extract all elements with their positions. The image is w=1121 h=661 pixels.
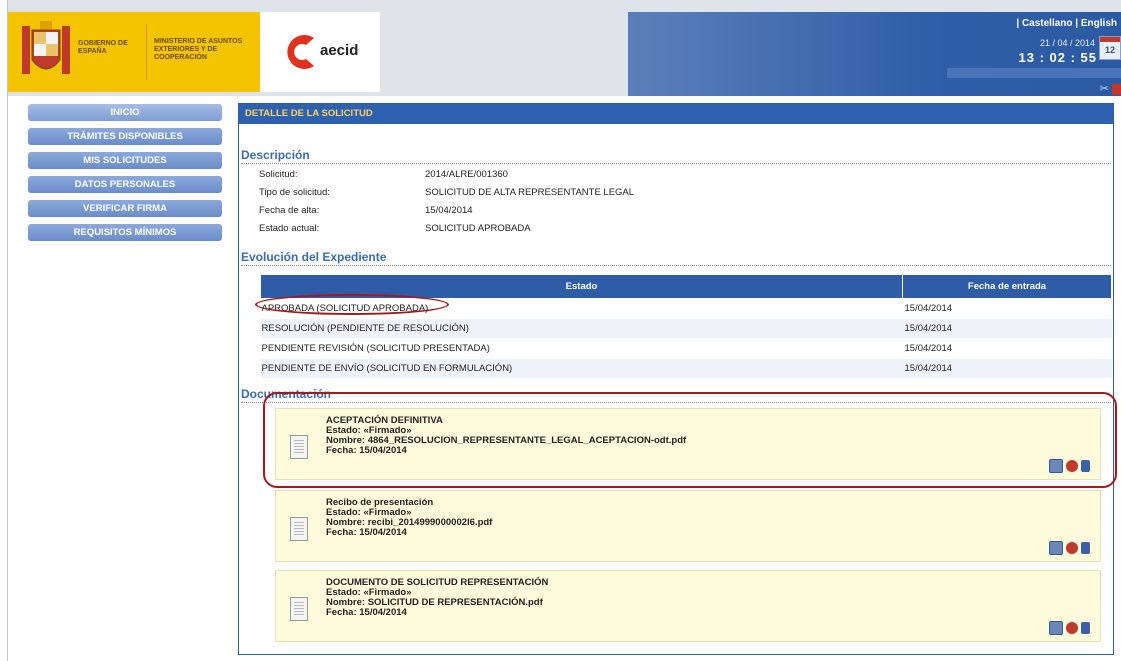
document-file-icon[interactable] [290,597,308,621]
header-right-panel: | Castellano | English 21 / 04 / 2014 13… [628,12,1121,96]
document-actions [1046,621,1090,635]
menu-item-requisitos[interactable]: REQUISITOS MÍNIMOS [28,224,222,241]
desc-label: Fecha de alta: [259,205,320,216]
document-file-icon[interactable] [290,517,308,541]
aecid-c-icon [287,35,314,69]
document-card: Recibo de presentación Estado: «Firmado»… [275,490,1101,562]
menu-item-verificar-firma[interactable]: VERIFICAR FIRMA [28,200,222,217]
column-header-fecha: Fecha de entrada [902,274,1112,299]
signature-seal-icon[interactable] [1066,542,1078,554]
desc-value: SOLICITUD APROBADA [425,223,531,234]
desc-value: 2014/ALRE/001360 [425,169,508,180]
site-header: GOBIERNO DE ESPAÑA MINISTERIO DE ASUNTOS… [8,0,1121,96]
coat-of-arms-icon [22,21,70,74]
document-card: ACEPTACIÓN DEFINITIVA Estado: «Firmado» … [275,408,1101,480]
government-logo[interactable]: GOBIERNO DE ESPAÑA MINISTERIO DE ASUNTOS… [8,12,260,92]
estado-cell: PENDIENTE DE ENVÍO (SOLICITUD EN FORMULA… [260,358,903,378]
desc-value: SOLICITUD DE ALTA REPRESENTANTE LEGAL [425,187,635,198]
table-row: APROBADA (SOLICITUD APROBADA) 15/04/2014 [260,298,1112,319]
document-file-icon[interactable] [290,435,308,459]
document-card: DOCUMENTO DE SOLICITUD REPRESENTACIÓN Es… [275,570,1101,642]
document-date: Fecha: 15/04/2014 [326,527,407,538]
menu-item-mis-solicitudes[interactable]: MIS SOLICITUDES [28,152,222,169]
fecha-cell: 15/04/2014 [902,338,1112,359]
fecha-cell: 15/04/2014 [902,318,1112,339]
menu-item-datos-personales[interactable]: DATOS PERSONALES [28,176,222,193]
document-date: Fecha: 15/04/2014 [326,607,407,618]
signature-seal-icon[interactable] [1066,460,1078,472]
signature-seal-icon[interactable] [1066,622,1078,634]
aecid-wordmark: aecid [320,42,359,59]
desc-label: Estado actual: [259,223,320,234]
current-time: 13 : 02 : 55 [1018,50,1097,65]
column-header-estado: Estado [260,274,903,299]
header-tool-icons: ✂ [1100,82,1121,95]
tools-icon[interactable]: ✂ [1100,83,1109,95]
document-actions [1046,541,1090,555]
section-documentacion-title: Documentación [241,387,1111,403]
desc-value: 15/04/2014 [425,205,473,216]
document-info: Recibo de presentación Estado: «Firmado»… [326,498,492,538]
desc-label: Tipo de solicitud: [259,187,330,198]
language-switch: | Castellano | English [1016,18,1117,29]
lang-separator: | [1072,18,1081,29]
document-date: Fecha: 15/04/2014 [326,445,407,456]
aecid-logo[interactable]: aecid [262,12,380,92]
download-icon[interactable] [1049,621,1063,635]
table-row: RESOLUCIÓN (PENDIENTE DE RESOLUCIÓN) 15/… [260,318,1112,339]
view-document-icon[interactable] [1081,460,1090,472]
table-header-row: Estado Fecha de entrada [260,274,1112,299]
header-logos: GOBIERNO DE ESPAÑA MINISTERIO DE ASUNTOS… [8,12,380,92]
government-label: GOBIERNO DE ESPAÑA [78,40,128,55]
lang-castellano-link[interactable]: Castellano [1022,18,1073,29]
estado-cell: PENDIENTE REVISIÓN (SOLICITUD PRESENTADA… [260,338,903,359]
menu-item-tramites[interactable]: TRÁMITES DISPONIBLES [28,128,222,145]
panel-title: DETALLE DE LA SOLICITUD [239,104,1113,124]
document-info: DOCUMENTO DE SOLICITUD REPRESENTACIÓN Es… [326,578,548,618]
evolution-table: Estado Fecha de entrada APROBADA (SOLICI… [260,274,1112,378]
calendar-icon[interactable]: 12 [1099,36,1121,60]
document-info: ACEPTACIÓN DEFINITIVA Estado: «Firmado» … [326,416,686,456]
view-document-icon[interactable] [1081,542,1090,554]
table-row: PENDIENTE REVISIÓN (SOLICITUD PRESENTADA… [260,338,1112,359]
lang-english-link[interactable]: English [1081,18,1117,29]
document-actions [1046,459,1090,473]
estado-cell: RESOLUCIÓN (PENDIENTE DE RESOLUCIÓN) [260,318,903,339]
session-bar [947,68,1121,78]
section-evolucion-title: Evolución del Expediente [241,250,1111,266]
main-menu: INICIO TRÁMITES DISPONIBLES MIS SOLICITU… [28,104,222,248]
menu-item-inicio[interactable]: INICIO [28,104,222,121]
download-icon[interactable] [1049,459,1063,473]
estado-cell: APROBADA (SOLICITUD APROBADA) [260,298,903,319]
logo-divider [146,24,147,80]
desc-label: Solicitud: [259,169,298,180]
section-descripcion-title: Descripción [241,148,1111,164]
table-row: PENDIENTE DE ENVÍO (SOLICITUD EN FORMULA… [260,358,1112,378]
download-icon[interactable] [1049,541,1063,555]
ministry-label: MINISTERIO DE ASUNTOS EXTERIORES Y DE CO… [154,38,243,61]
detail-panel: DETALLE DE LA SOLICITUD Descripción Soli… [238,103,1117,655]
fecha-cell: 15/04/2014 [902,358,1112,378]
current-date: 21 / 04 / 2014 [1039,38,1095,48]
exit-icon[interactable] [1112,83,1121,95]
view-document-icon[interactable] [1081,622,1090,634]
fecha-cell: 15/04/2014 [902,298,1112,319]
